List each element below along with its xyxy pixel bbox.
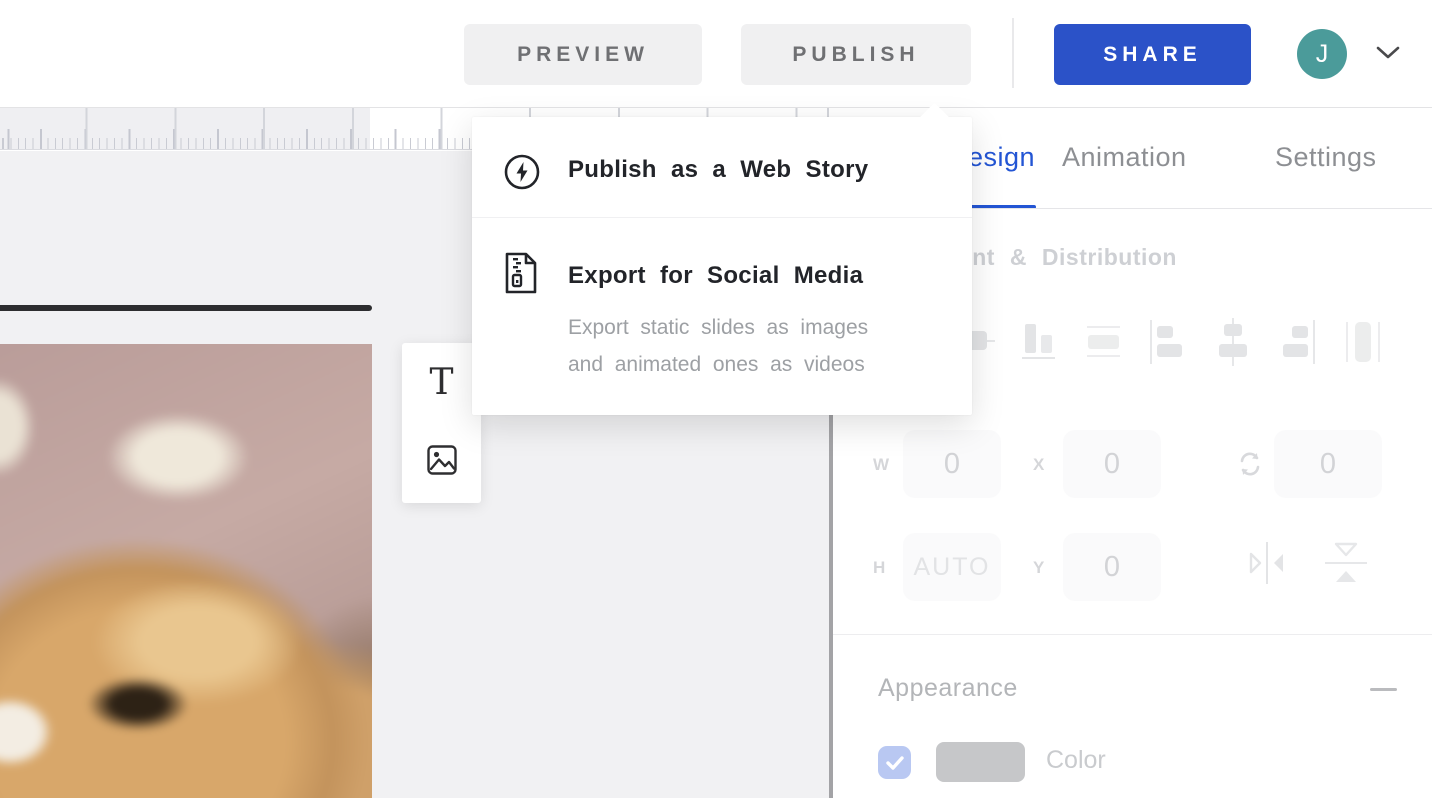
flip-vertical-icon bbox=[1323, 538, 1369, 588]
preview-button[interactable]: PREVIEW bbox=[464, 24, 702, 85]
chevron-down-icon bbox=[1372, 42, 1404, 64]
height-input[interactable]: AUTO bbox=[903, 533, 1001, 601]
align-bottom-button[interactable] bbox=[1021, 318, 1059, 366]
align-right-button[interactable] bbox=[1278, 318, 1316, 366]
y-input[interactable]: 0 bbox=[1063, 533, 1161, 601]
zip-file-icon bbox=[504, 251, 538, 298]
user-avatar[interactable]: J bbox=[1297, 29, 1347, 79]
flip-horizontal-button[interactable] bbox=[1246, 540, 1288, 589]
publish-button[interactable]: PUBLISH bbox=[741, 24, 971, 85]
checkmark-icon bbox=[886, 756, 904, 770]
menu-item-title: Publish as a Web Story bbox=[568, 156, 868, 184]
align-right-icon bbox=[1278, 318, 1316, 366]
y-field-label: Y bbox=[1033, 558, 1045, 578]
menu-item-description-line1: Export static slides as images bbox=[568, 309, 868, 346]
tab-settings[interactable]: Settings bbox=[1275, 142, 1377, 173]
topbar-bottom-border bbox=[0, 107, 1432, 108]
toolbar-divider bbox=[1012, 18, 1014, 88]
appearance-collapse-button[interactable] bbox=[1370, 688, 1397, 691]
selected-line-element[interactable] bbox=[0, 305, 372, 311]
align-left-icon bbox=[1150, 318, 1188, 366]
flip-vertical-button[interactable] bbox=[1323, 538, 1369, 591]
image-tool-button[interactable] bbox=[402, 423, 481, 499]
menu-item-title: Export for Social Media bbox=[568, 262, 863, 290]
tab-animation[interactable]: Animation bbox=[1062, 142, 1187, 173]
rotation-icon bbox=[1238, 451, 1262, 482]
distribute-horizontal-button[interactable] bbox=[1344, 318, 1382, 366]
canvas-tool-palette: T bbox=[402, 343, 481, 503]
flip-horizontal-icon bbox=[1246, 540, 1288, 586]
x-field-label: X bbox=[1033, 455, 1045, 475]
align-bottom-icon bbox=[1021, 318, 1059, 366]
width-field-label: W bbox=[873, 455, 890, 475]
width-input[interactable]: 0 bbox=[903, 430, 1001, 498]
align-center-horizontal-icon bbox=[1085, 318, 1123, 366]
image-tool-icon bbox=[426, 444, 458, 479]
color-swatch[interactable] bbox=[936, 742, 1025, 782]
share-button[interactable]: SHARE bbox=[1054, 24, 1251, 85]
section-divider bbox=[833, 634, 1432, 635]
align-center-vertical-icon bbox=[1214, 318, 1252, 366]
color-enabled-checkbox[interactable] bbox=[878, 746, 911, 779]
amp-lightning-icon bbox=[504, 154, 540, 193]
menu-item-publish-web-story[interactable]: Publish as a Web Story bbox=[472, 141, 972, 203]
distribute-horizontal-icon bbox=[1344, 318, 1382, 366]
menu-divider bbox=[472, 217, 972, 218]
menu-item-description-line2: and animated ones as videos bbox=[568, 346, 865, 383]
appearance-section-title: Appearance bbox=[878, 674, 1018, 703]
menu-item-export-social[interactable]: Export for Social Media Export static sl… bbox=[472, 243, 972, 403]
align-center-horizontal-button[interactable] bbox=[1085, 318, 1123, 366]
align-left-button[interactable] bbox=[1150, 318, 1188, 366]
height-field-label: H bbox=[873, 558, 886, 578]
text-tool-icon: T bbox=[429, 365, 453, 401]
dog-photo-element[interactable] bbox=[0, 344, 372, 798]
top-toolbar: PREVIEW PUBLISH SHARE J bbox=[0, 0, 1432, 107]
align-center-vertical-button[interactable] bbox=[1214, 318, 1252, 366]
account-menu-chevron[interactable] bbox=[1372, 42, 1404, 64]
x-input[interactable]: 0 bbox=[1063, 430, 1161, 498]
story-editor-app: T Design Animation Settings Alignment & … bbox=[0, 0, 1432, 798]
dog-photo-paint bbox=[0, 344, 372, 798]
color-label: Color bbox=[1046, 746, 1106, 775]
text-tool-button[interactable]: T bbox=[402, 345, 481, 421]
rotation-input[interactable]: 0 bbox=[1274, 430, 1382, 498]
publish-dropdown-menu: Publish as a Web Story Export for Social… bbox=[472, 117, 972, 415]
